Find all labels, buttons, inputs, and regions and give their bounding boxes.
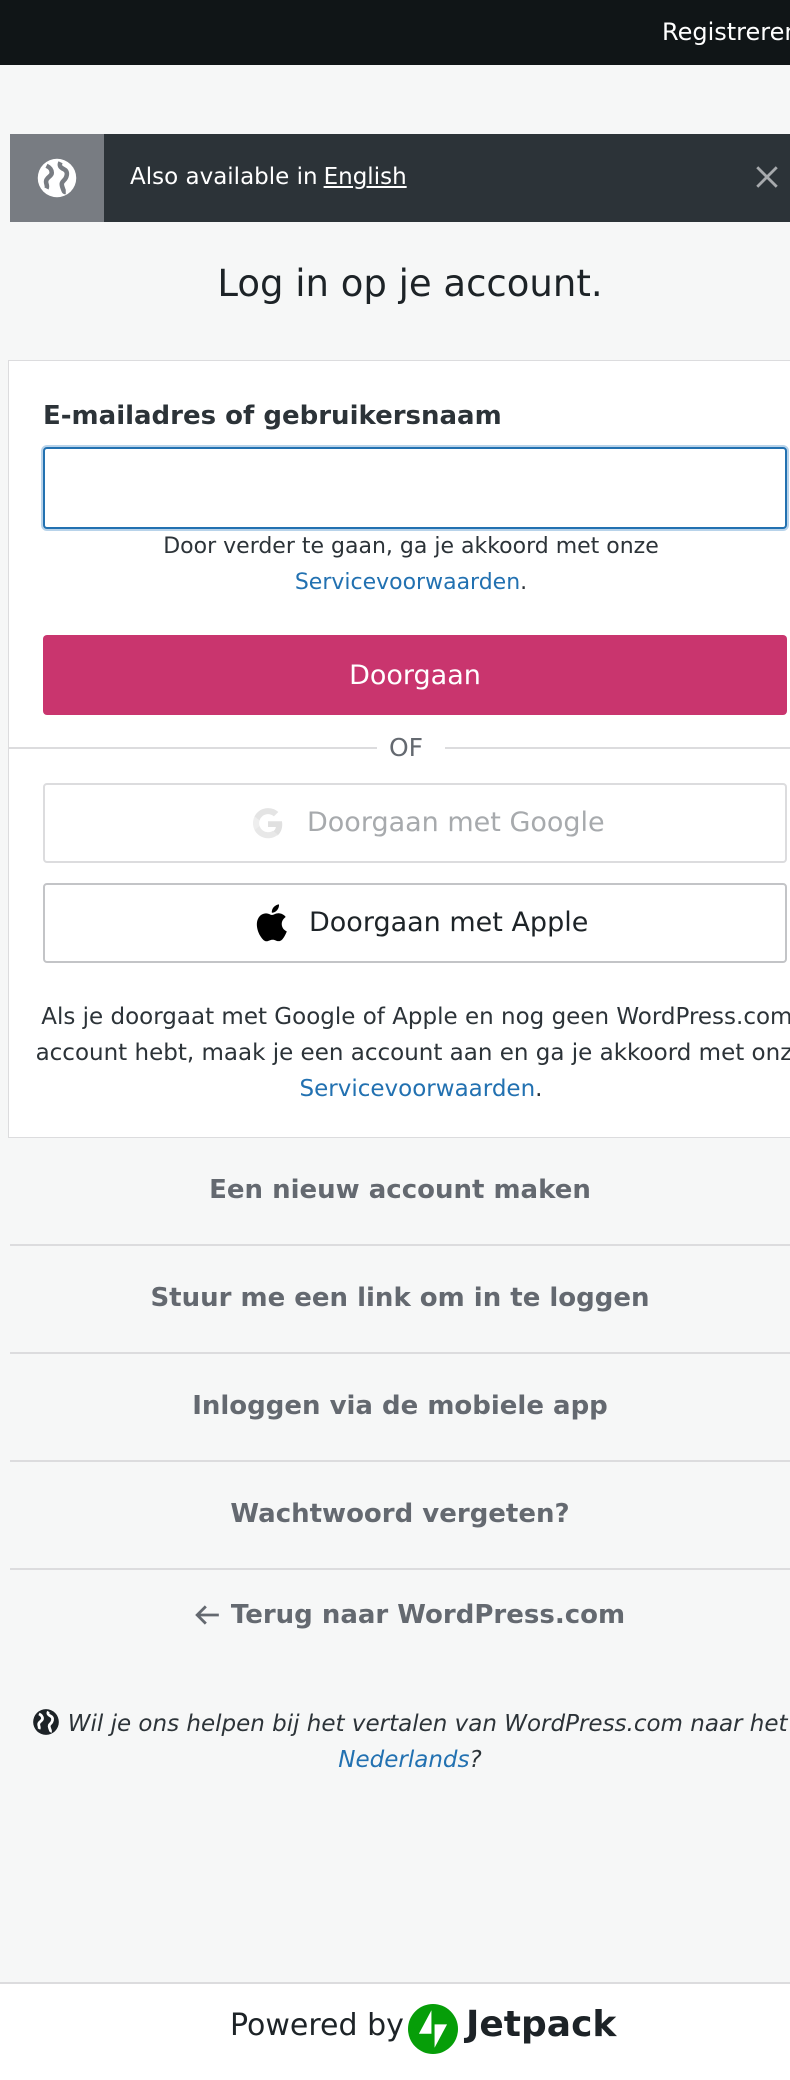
translate-text: Wil je ons helpen bij het vertalen van W… (67, 1711, 788, 1737)
google-button-label: Doorgaan met Google (307, 807, 605, 838)
account-links: Een nieuw account maken Stuur me een lin… (10, 1138, 790, 1570)
register-link[interactable]: Registreren (662, 18, 790, 46)
translate-suffix: ? (469, 1747, 482, 1773)
english-link[interactable]: English (324, 164, 407, 190)
social-signup-note: Als je doorgaat met Google of Apple en n… (29, 999, 790, 1107)
page-title: Log in op je account. (217, 262, 603, 305)
magic-link-login[interactable]: Stuur me een link om in te loggen (10, 1246, 790, 1354)
google-icon (252, 808, 283, 839)
or-divider: OF (389, 733, 424, 762)
email-field[interactable] (43, 447, 787, 529)
continue-button[interactable]: Doorgaan (43, 635, 787, 715)
powered-by-text: Powered by (230, 2008, 404, 2043)
jetpack-logo-icon[interactable] (408, 2004, 458, 2054)
dutch-translation-link[interactable]: Nederlands (338, 1747, 469, 1773)
top-bar: Registreren (0, 0, 790, 65)
email-label: E-mailadres of gebruikersnaam (43, 401, 502, 431)
language-banner: Also available in English (10, 134, 790, 222)
apple-icon (256, 904, 287, 942)
create-account-link[interactable]: Een nieuw account maken (10, 1138, 790, 1246)
terms-link[interactable]: Servicevoorwaarden (295, 570, 520, 595)
arrow-left-icon (195, 1605, 219, 1625)
terms-text: Door verder te gaan, ga je akkoord met o… (9, 529, 790, 601)
social-note-text: Als je doorgaat met Google of Apple en n… (35, 1004, 790, 1066)
login-card: E-mailadres of gebruikersnaam Door verde… (8, 360, 790, 1138)
apple-button[interactable]: Doorgaan met Apple (43, 883, 787, 963)
mobile-app-login-link[interactable]: Inloggen via de mobiele app (10, 1354, 790, 1462)
terms-prefix: Door verder te gaan, ga je akkoord met o… (163, 534, 659, 559)
translate-invitation: Wil je ons helpen bij het vertalen van W… (0, 1706, 790, 1778)
globe-icon-box (10, 134, 104, 222)
back-link-label: Terug naar WordPress.com (230, 1600, 626, 1630)
social-terms-link[interactable]: Servicevoorwaarden (300, 1076, 536, 1102)
language-banner-text: Also available in English (130, 164, 407, 190)
apple-button-label: Doorgaan met Apple (309, 907, 589, 938)
footer: Powered by Jetpack (0, 1982, 790, 2080)
forgot-password-link[interactable]: Wachtwoord vergeten? (10, 1462, 790, 1570)
close-icon[interactable] (754, 164, 780, 190)
google-button[interactable]: Doorgaan met Google (43, 783, 787, 863)
back-to-wordpress-link[interactable]: Terug naar WordPress.com (0, 1600, 790, 1630)
terms-suffix: . (520, 570, 528, 595)
language-banner-label: Also available in (130, 164, 318, 190)
jetpack-brand: Jetpack (466, 2004, 617, 2045)
divider-line-left (9, 747, 377, 749)
social-note-suffix: . (535, 1076, 543, 1102)
globe-icon (33, 1709, 60, 1735)
globe-icon (37, 158, 77, 198)
divider-line-right (445, 747, 790, 749)
